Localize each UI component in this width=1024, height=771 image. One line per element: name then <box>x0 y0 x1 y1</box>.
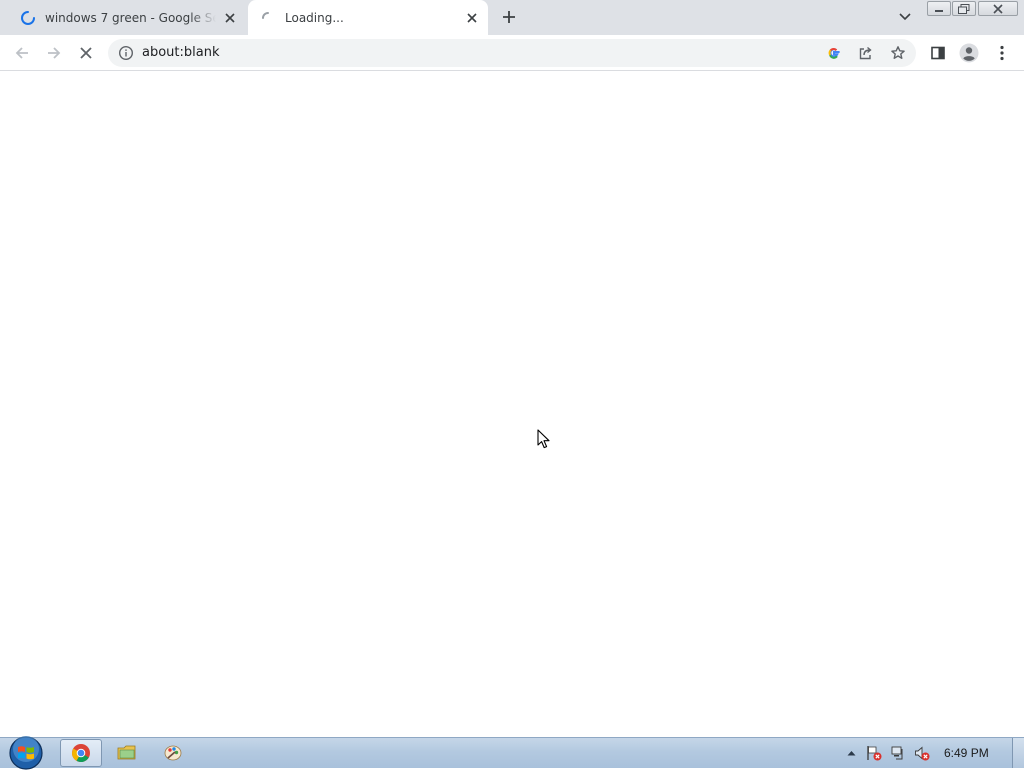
chevron-down-icon <box>899 13 911 21</box>
tab-strip: windows 7 green - Google Search Loading.… <box>0 0 1024 36</box>
folder-icon <box>117 745 136 760</box>
arrow-left-icon <box>15 47 28 59</box>
kebab-menu-icon <box>1000 45 1004 61</box>
network-tray[interactable] <box>890 745 906 761</box>
tab-title: windows 7 green - Google Search <box>45 10 216 25</box>
restore-icon <box>958 3 970 14</box>
taskbar: 6:49 PM <box>0 735 1024 771</box>
share-icon <box>859 46 872 60</box>
taskbar-paint[interactable] <box>152 739 194 767</box>
chrome-icon <box>72 744 90 763</box>
close-icon <box>467 13 477 23</box>
arrow-right-icon <box>48 47 61 59</box>
tab-title: Loading... <box>285 11 344 25</box>
address-bar[interactable]: about:blank <box>108 39 916 67</box>
loading-spinner-icon <box>21 10 35 25</box>
back-button[interactable] <box>11 42 33 64</box>
minimize-icon <box>935 9 943 12</box>
show-hidden-icons-button[interactable] <box>843 745 859 761</box>
taskbar-explorer[interactable] <box>106 739 148 767</box>
google-lens-button[interactable] <box>825 44 843 62</box>
start-button[interactable] <box>8 735 44 771</box>
tab-loading[interactable]: Loading... <box>248 0 488 36</box>
system-clock[interactable]: 6:49 PM <box>944 746 989 760</box>
menu-button[interactable] <box>991 42 1013 64</box>
tab-search-button[interactable] <box>895 8 915 26</box>
restore-button[interactable] <box>952 1 976 16</box>
google-g-icon <box>828 47 840 59</box>
close-icon <box>993 3 1003 14</box>
close-tab-button[interactable] <box>222 10 238 26</box>
close-tab-button[interactable] <box>464 10 480 26</box>
page-content[interactable] <box>0 71 1024 737</box>
browser-toolbar: about:blank <box>0 35 1024 71</box>
flag-alert-icon <box>867 746 882 761</box>
share-button[interactable] <box>857 44 875 62</box>
minimize-button[interactable] <box>927 1 951 16</box>
close-icon <box>80 47 92 59</box>
side-panel-icon <box>931 46 945 60</box>
profile-button[interactable] <box>958 42 980 64</box>
close-icon <box>225 12 235 23</box>
profile-icon <box>959 43 979 63</box>
loading-spinner-icon <box>262 12 269 19</box>
taskbar-chrome[interactable] <box>60 739 102 767</box>
forward-button[interactable] <box>43 42 65 64</box>
network-icon <box>891 746 903 760</box>
show-desktop-button[interactable] <box>1012 738 1024 768</box>
star-icon <box>891 46 905 59</box>
speaker-muted-icon <box>915 746 930 761</box>
paint-icon <box>164 745 182 761</box>
bookmark-button[interactable] <box>889 44 907 62</box>
plus-icon <box>503 11 515 23</box>
chevron-up-icon <box>847 751 855 756</box>
url-text[interactable]: about:blank <box>142 45 220 61</box>
action-center-tray[interactable] <box>866 745 882 761</box>
window-close-button[interactable] <box>978 1 1018 16</box>
stop-loading-button[interactable] <box>75 42 97 64</box>
info-icon[interactable] <box>118 45 134 61</box>
new-tab-button[interactable] <box>498 6 520 28</box>
tab-google-search[interactable]: windows 7 green - Google Search <box>8 0 246 35</box>
volume-tray[interactable] <box>914 745 930 761</box>
mouse-cursor-icon <box>537 429 550 449</box>
side-panel-button[interactable] <box>927 42 949 64</box>
